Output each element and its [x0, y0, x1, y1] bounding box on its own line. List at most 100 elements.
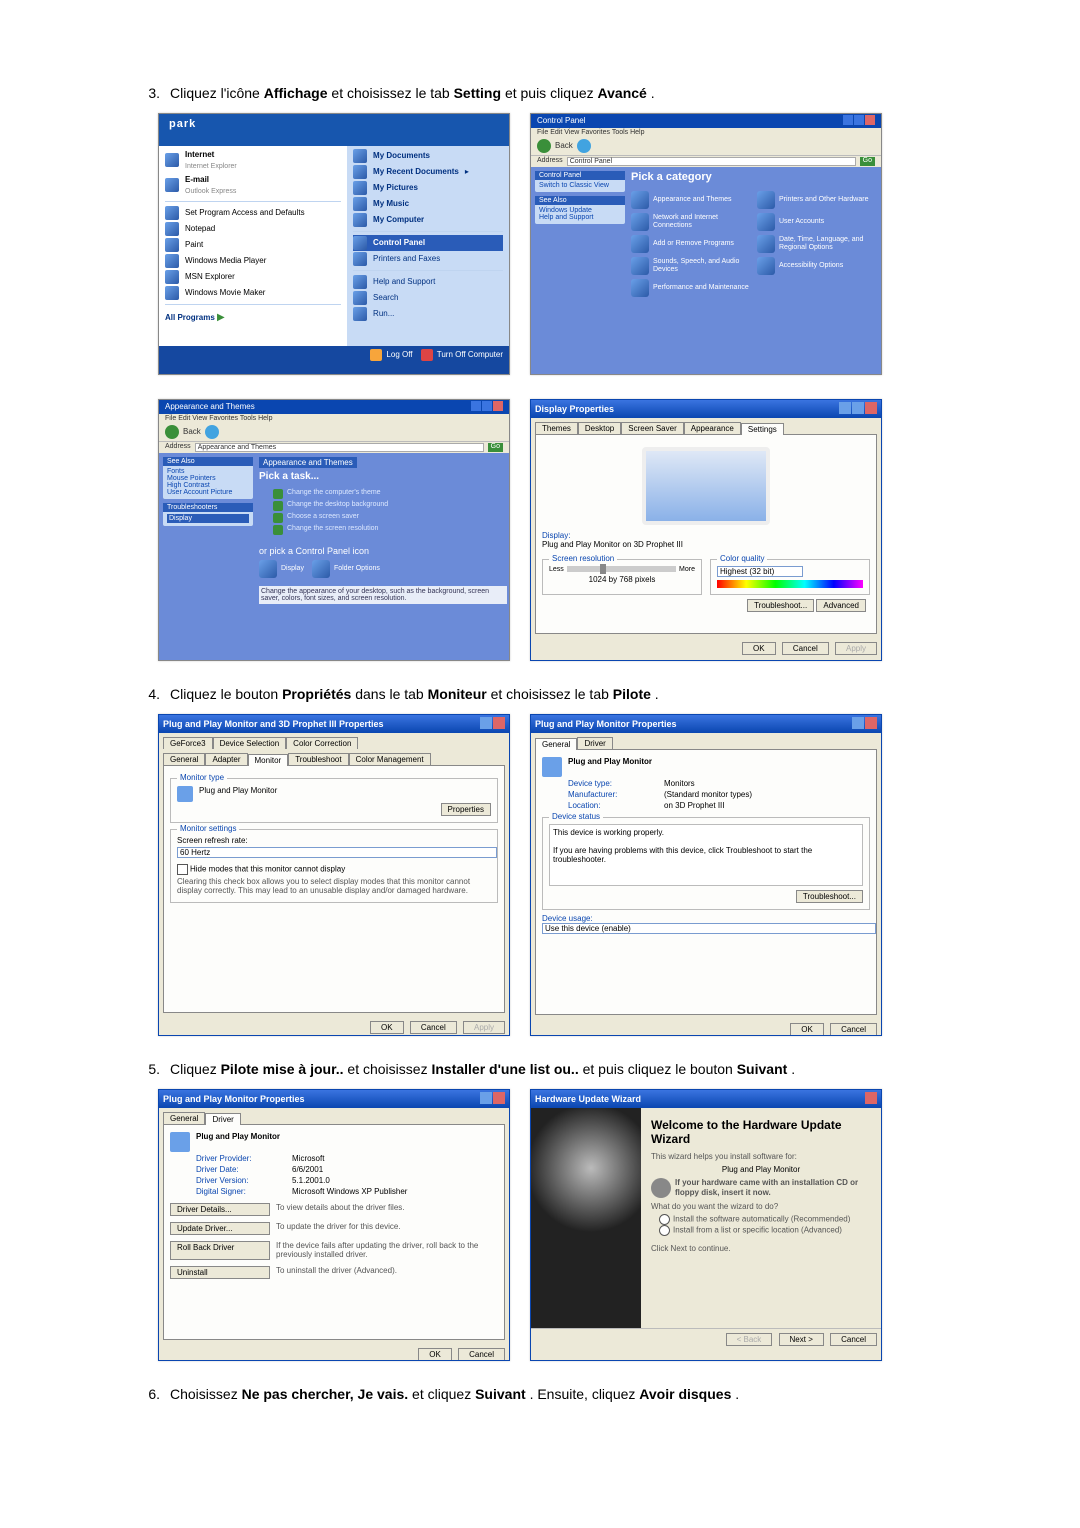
- cancel-button[interactable]: Cancel: [830, 1333, 877, 1346]
- sm-item[interactable]: Set Program Access and Defaults: [165, 205, 341, 221]
- cancel-button[interactable]: Cancel: [782, 642, 829, 655]
- color-select[interactable]: Highest (32 bit): [717, 566, 803, 577]
- res-slider[interactable]: [567, 566, 676, 572]
- side-link[interactable]: Windows Update: [539, 207, 621, 214]
- sm-item[interactable]: My Music: [353, 196, 503, 212]
- ok-button[interactable]: OK: [742, 642, 776, 655]
- task[interactable]: Change the computer's theme: [259, 488, 507, 500]
- addr-field[interactable]: Control Panel: [567, 157, 856, 166]
- cancel-button[interactable]: Cancel: [410, 1021, 457, 1034]
- sm-item[interactable]: Search: [353, 290, 503, 306]
- update-driver-button[interactable]: Update Driver...: [170, 1222, 270, 1235]
- driver-details-button[interactable]: Driver Details...: [170, 1203, 270, 1216]
- go-button[interactable]: Go: [860, 157, 875, 166]
- all-programs[interactable]: All Programs ▶: [165, 308, 341, 323]
- rollback-driver-button[interactable]: Roll Back Driver: [170, 1241, 270, 1260]
- apply-button[interactable]: Apply: [463, 1021, 505, 1034]
- back-icon[interactable]: [537, 139, 551, 153]
- window-buttons[interactable]: [470, 401, 503, 413]
- side-link[interactable]: Display: [167, 514, 249, 523]
- troubleshoot-button[interactable]: Troubleshoot...: [796, 890, 863, 903]
- tab-monitor[interactable]: Monitor: [248, 754, 289, 766]
- window-buttons[interactable]: [864, 1092, 877, 1106]
- cat-network[interactable]: Network and Internet Connections: [631, 211, 753, 233]
- sm-item[interactable]: Windows Movie Maker: [165, 285, 341, 301]
- advanced-button[interactable]: Advanced: [816, 599, 866, 612]
- apply-button[interactable]: Apply: [835, 642, 877, 655]
- ok-button[interactable]: OK: [418, 1348, 452, 1361]
- tab-general[interactable]: General: [535, 738, 577, 750]
- go-button[interactable]: Go: [488, 443, 503, 452]
- menubar[interactable]: File Edit View Favorites Tools Help: [159, 414, 509, 423]
- usage-select[interactable]: Use this device (enable): [542, 923, 876, 934]
- tab-appearance[interactable]: Appearance: [684, 422, 741, 434]
- cat-sounds[interactable]: Sounds, Speech, and Audio Devices: [631, 255, 753, 277]
- addr-field[interactable]: Appearance and Themes: [195, 443, 484, 452]
- tab-desktop[interactable]: Desktop: [578, 422, 621, 434]
- addressbar[interactable]: Address Appearance and Themes Go: [159, 441, 509, 453]
- tab-screensaver[interactable]: Screen Saver: [621, 422, 683, 434]
- cat-addremove[interactable]: Add or Remove Programs: [631, 233, 753, 255]
- toolbar[interactable]: Back: [531, 137, 881, 155]
- side-link[interactable]: User Account Picture: [167, 489, 249, 496]
- cp-icon-display[interactable]: Display: [259, 558, 304, 580]
- menubar[interactable]: File Edit View Favorites Tools Help: [531, 128, 881, 137]
- back-icon[interactable]: [165, 425, 179, 439]
- sm-item[interactable]: My Computer: [353, 212, 503, 228]
- cat-access[interactable]: Accessibility Options: [757, 255, 879, 277]
- tab-general[interactable]: General: [163, 753, 205, 765]
- sm-item[interactable]: MSN Explorer: [165, 269, 341, 285]
- ok-button[interactable]: OK: [370, 1021, 404, 1034]
- sm-item[interactable]: My Pictures: [353, 180, 503, 196]
- cat-printers[interactable]: Printers and Other Hardware: [757, 189, 879, 211]
- window-buttons[interactable]: [851, 717, 877, 731]
- ok-button[interactable]: OK: [790, 1023, 824, 1036]
- tab-themes[interactable]: Themes: [535, 422, 578, 434]
- sm-item[interactable]: Paint: [165, 237, 341, 253]
- next-button[interactable]: Next >: [779, 1333, 824, 1346]
- window-buttons[interactable]: [838, 402, 877, 416]
- sm-item[interactable]: Printers and Faxes: [353, 251, 503, 267]
- properties-button[interactable]: Properties: [441, 803, 491, 816]
- cancel-button[interactable]: Cancel: [458, 1348, 505, 1361]
- troubleshoot-button[interactable]: Troubleshoot...: [747, 599, 814, 612]
- hide-modes-check[interactable]: [177, 864, 188, 875]
- tab-troubleshoot[interactable]: Troubleshoot: [288, 753, 348, 765]
- tab-colormgmt[interactable]: Color Management: [349, 753, 431, 765]
- window-buttons[interactable]: [842, 115, 875, 127]
- cat-datetime[interactable]: Date, Time, Language, and Regional Optio…: [757, 233, 879, 255]
- tab-general[interactable]: General: [163, 1112, 205, 1124]
- addressbar[interactable]: Address Control Panel Go: [531, 155, 881, 167]
- refresh-select[interactable]: 60 Hertz: [177, 847, 497, 858]
- forward-icon[interactable]: [205, 425, 219, 439]
- toolbar[interactable]: Back: [159, 423, 509, 441]
- tab[interactable]: Device Selection: [213, 737, 287, 749]
- cat-users[interactable]: User Accounts: [757, 211, 879, 233]
- window-buttons[interactable]: [479, 717, 505, 731]
- sm-item[interactable]: Windows Media Player: [165, 253, 341, 269]
- task[interactable]: Choose a screen saver: [259, 512, 507, 524]
- tab[interactable]: Color Correction: [286, 737, 358, 749]
- side-link[interactable]: Mouse Pointers: [167, 475, 249, 482]
- sm-item[interactable]: Help and Support: [353, 274, 503, 290]
- tab-driver[interactable]: Driver: [577, 737, 612, 749]
- sm-item[interactable]: Notepad: [165, 221, 341, 237]
- sm-item[interactable]: My Documents: [353, 148, 503, 164]
- sm-item[interactable]: E-mailOutlook Express: [165, 173, 341, 198]
- cancel-button[interactable]: Cancel: [830, 1023, 877, 1036]
- sm-item[interactable]: InternetInternet Explorer: [165, 148, 341, 173]
- sm-item-control-panel[interactable]: Control Panel: [353, 235, 503, 251]
- side-link[interactable]: Fonts: [167, 468, 249, 475]
- window-buttons[interactable]: [479, 1092, 505, 1106]
- tab-adapter[interactable]: Adapter: [205, 753, 247, 765]
- task[interactable]: Change the screen resolution: [259, 524, 507, 536]
- task[interactable]: Change the desktop background: [259, 500, 507, 512]
- side-link[interactable]: Help and Support: [539, 214, 621, 221]
- sm-item[interactable]: My Recent Documents ▸: [353, 164, 503, 180]
- logoff-button[interactable]: Log Off: [370, 349, 412, 361]
- cat-perf[interactable]: Performance and Maintenance: [631, 277, 753, 299]
- cp-icon-folder[interactable]: Folder Options: [312, 558, 380, 580]
- side-link[interactable]: Switch to Classic View: [539, 182, 621, 189]
- back-button[interactable]: < Back: [726, 1333, 773, 1346]
- tab-driver[interactable]: Driver: [205, 1113, 240, 1125]
